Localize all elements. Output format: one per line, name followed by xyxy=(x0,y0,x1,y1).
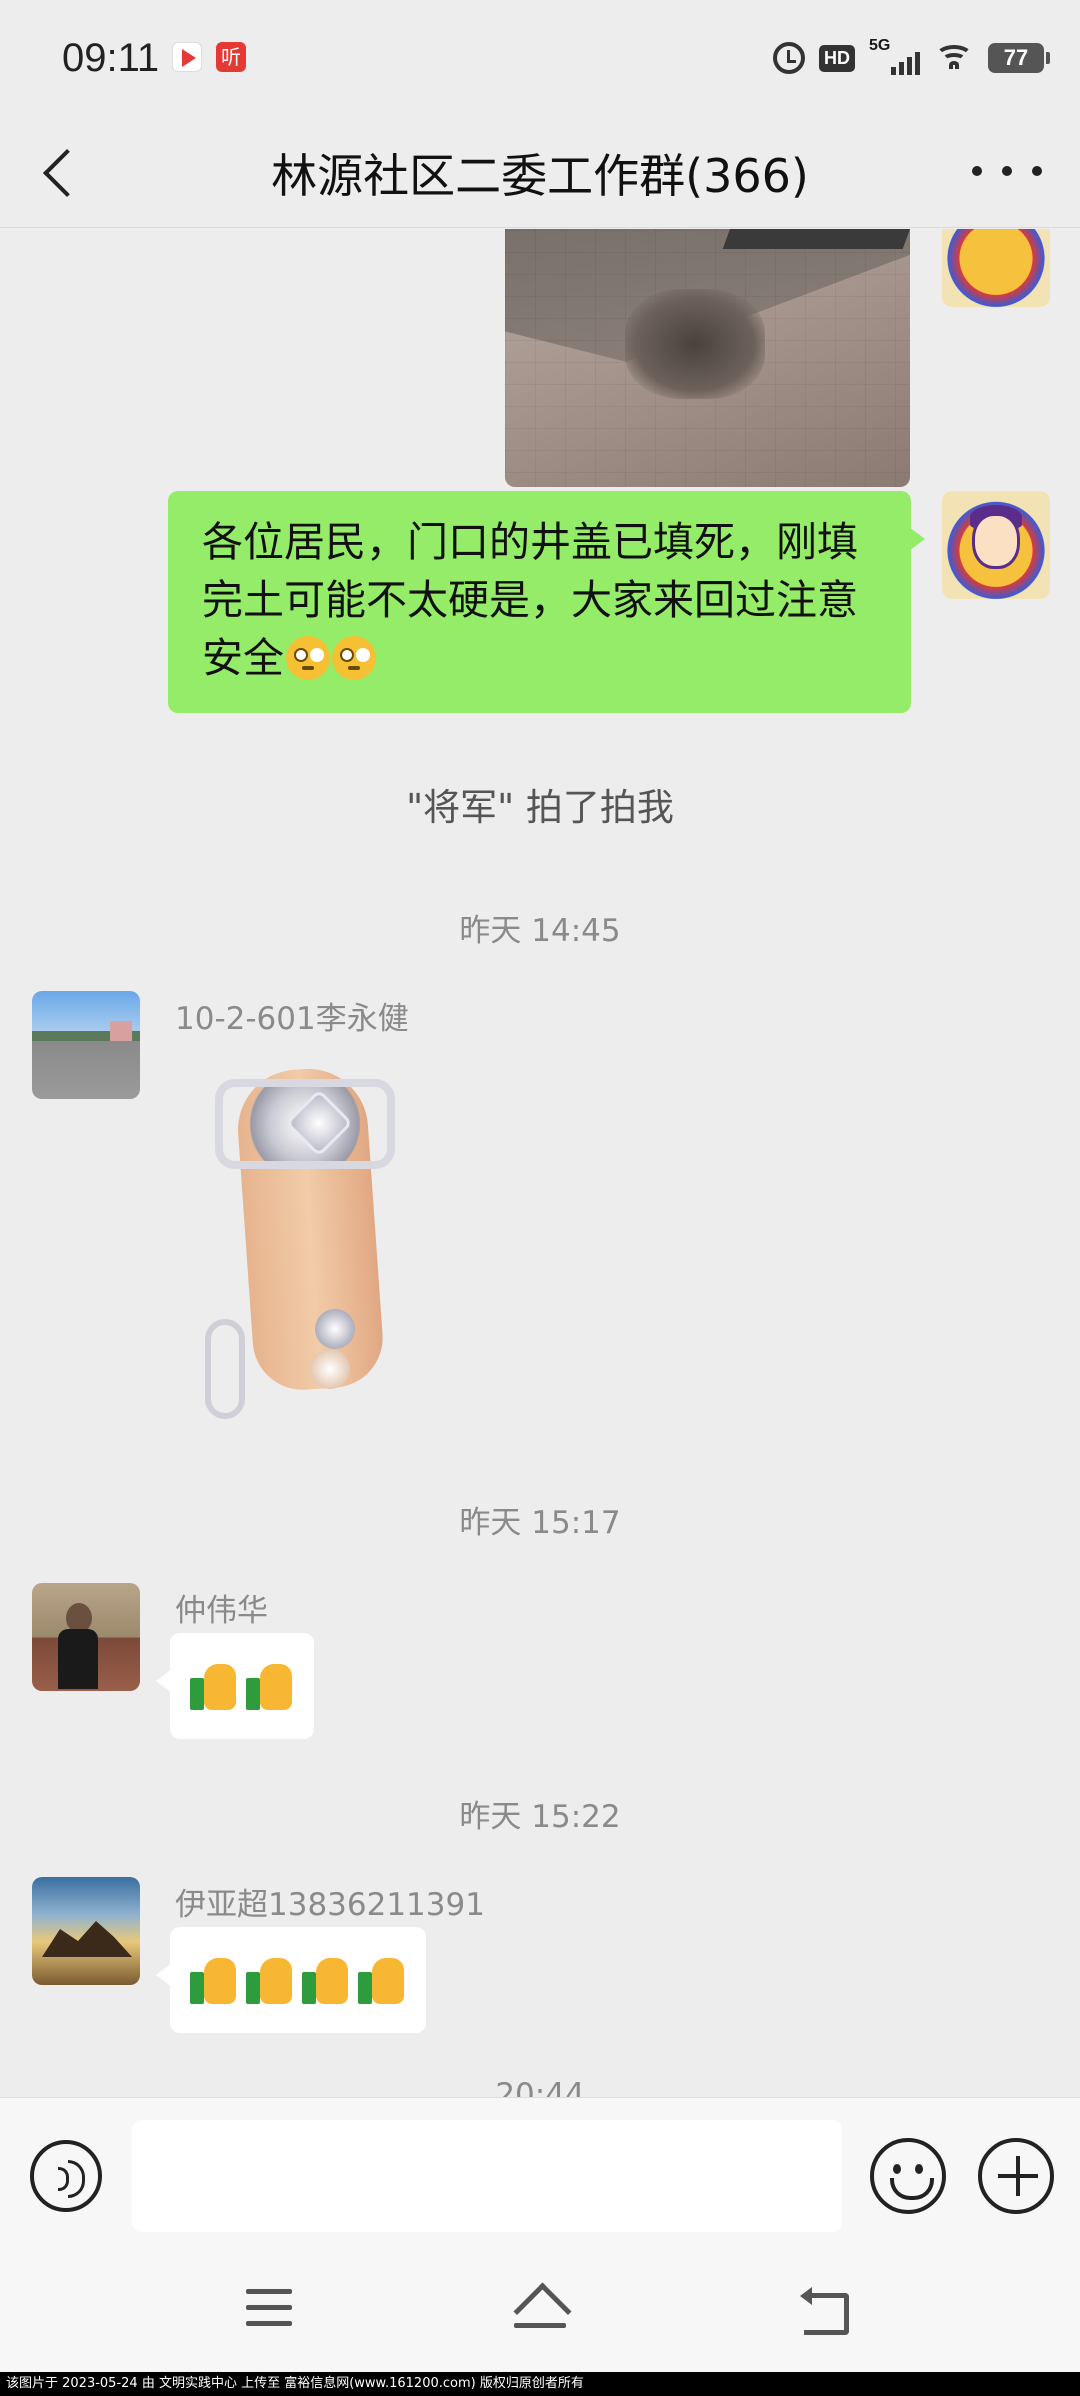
thumbs-up-icon xyxy=(300,1954,352,2006)
battery-icon: 77 xyxy=(988,43,1050,73)
smirk-emoji-icon xyxy=(286,636,330,680)
chat-title: 林源社区二委工作群(366) xyxy=(271,149,809,203)
thumbs-up-icon xyxy=(188,1954,240,2006)
self-avatar[interactable] xyxy=(942,229,1050,307)
chat-message-list[interactable]: 各位居民，门口的井盖已填死，刚填完土可能不太硬是，大家来回过注意安全 "将军" … xyxy=(0,229,1080,2097)
back-button[interactable] xyxy=(34,142,90,202)
self-message-bubble[interactable]: 各位居民，门口的井盖已填死，刚填完土可能不太硬是，大家来回过注意安全 xyxy=(168,491,925,713)
smirk-emoji-icon xyxy=(332,636,376,680)
timestamp: 20:44 xyxy=(495,2077,585,2097)
sender-name: 仲伟华 xyxy=(175,1593,268,1629)
home-icon[interactable] xyxy=(510,2283,570,2333)
thumbs-up-icon xyxy=(244,1954,296,2006)
emoji-button[interactable] xyxy=(870,2138,946,2214)
alarm-icon xyxy=(773,42,805,74)
message-input[interactable] xyxy=(132,2120,842,2232)
timestamp: 昨天 15:17 xyxy=(459,1505,621,1541)
timestamp: 昨天 15:22 xyxy=(459,1799,621,1835)
sender-avatar[interactable] xyxy=(32,991,140,1099)
thumbs-up-icon xyxy=(188,1660,240,1712)
more-functions-button[interactable] xyxy=(978,2138,1054,2214)
hd-badge: HD xyxy=(819,44,855,72)
menu-icon[interactable] xyxy=(246,2289,292,2329)
sender-name: 10-2-601李永健 xyxy=(175,1001,409,1037)
network-type-label: 5G xyxy=(869,37,891,54)
thumbs-up-message[interactable] xyxy=(156,1633,314,1739)
thumbs-up-message[interactable] xyxy=(156,1927,426,2033)
watermark-footer: 该图片于 2023-05-24 由 文明实践中心 上传至 富裕信息网(www.1… xyxy=(0,2372,1080,2396)
status-indicators: HD 5G 77 xyxy=(773,37,1050,78)
video-app-icon xyxy=(172,42,202,72)
sender-avatar[interactable] xyxy=(32,1877,140,1985)
thumbs-up-icon xyxy=(244,1660,296,1712)
thumbs-up-icon xyxy=(356,1954,408,2006)
status-bar: 09:11 听 HD 5G 77 xyxy=(0,0,1080,118)
message-input-bar xyxy=(0,2097,1080,2257)
ring-sticker-message[interactable] xyxy=(195,1049,435,1429)
listen-app-icon: 听 xyxy=(216,42,246,72)
sender-name: 伊亚超13836211391 xyxy=(175,1887,485,1923)
voice-input-button[interactable] xyxy=(30,2140,102,2212)
photo-message[interactable] xyxy=(505,229,910,487)
signal-icon: 5G xyxy=(869,37,920,75)
wifi-icon xyxy=(934,43,974,73)
timestamp: 昨天 14:45 xyxy=(459,913,621,949)
sender-avatar[interactable] xyxy=(32,1583,140,1691)
back-nav-icon[interactable] xyxy=(800,2287,850,2335)
status-time: 09:11 xyxy=(62,36,160,80)
more-options-button[interactable] xyxy=(972,146,1042,196)
pat-notice: "将军" 拍了拍我 xyxy=(406,786,674,829)
system-navigation-bar xyxy=(0,2257,1080,2372)
chat-header: 林源社区二委工作群(366) xyxy=(0,118,1080,228)
self-avatar[interactable] xyxy=(942,491,1050,599)
